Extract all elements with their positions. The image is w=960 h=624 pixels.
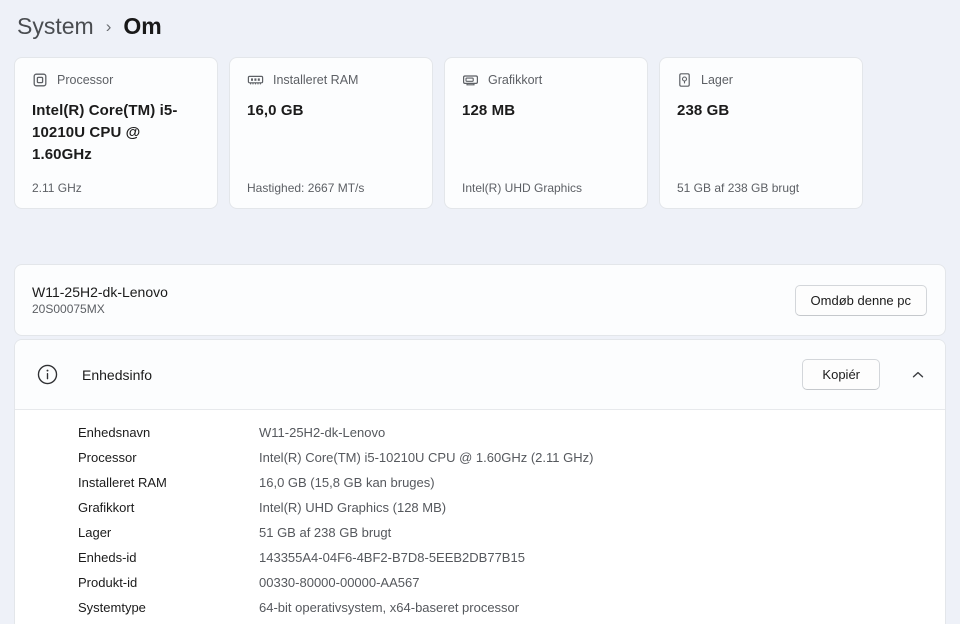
summary-cards-row: Processor Intel(R) Core(TM) i5-10210U CP… — [14, 57, 946, 209]
summary-card-label: Grafikkort — [488, 73, 542, 87]
spec-label: Systemtype — [78, 600, 259, 615]
summary-card-header: Lager — [677, 72, 845, 88]
device-name-card: W11-25H2-dk-Lenovo 20S00075MX Omdøb denn… — [14, 264, 946, 336]
device-info-header[interactable]: Enhedsinfo Kopiér — [15, 340, 945, 409]
spec-value: 143355A4-04F6-4BF2-B7D8-5EEB2DB77B15 — [259, 550, 525, 565]
spec-row: Systemtype 64-bit operativsystem, x64-ba… — [15, 595, 945, 620]
summary-card-label: Installeret RAM — [273, 73, 358, 87]
summary-card-footer: Hastighed: 2667 MT/s — [247, 181, 422, 195]
summary-card-footer: 2.11 GHz — [32, 181, 207, 195]
device-info-expander: Enhedsinfo Kopiér Enhedsnavn W11-25H2-dk… — [14, 339, 946, 624]
spec-label: Enheds-id — [78, 550, 259, 565]
spec-value: W11-25H2-dk-Lenovo — [259, 425, 385, 440]
processor-icon — [32, 72, 48, 88]
summary-card-header: Installeret RAM — [247, 72, 415, 88]
rename-pc-button[interactable]: Omdøb denne pc — [795, 285, 927, 316]
summary-card-value: 128 MB — [462, 100, 630, 122]
settings-about-page: System › Om Processor Intel(R) Core(TM) … — [0, 0, 960, 624]
copy-button[interactable]: Kopiér — [802, 359, 880, 390]
spec-value: Intel(R) UHD Graphics (128 MB) — [259, 500, 446, 515]
device-identity: W11-25H2-dk-Lenovo 20S00075MX — [32, 284, 168, 316]
spec-row: Grafikkort Intel(R) UHD Graphics (128 MB… — [15, 495, 945, 520]
summary-card: Processor Intel(R) Core(TM) i5-10210U CP… — [14, 57, 218, 209]
breadcrumb-system[interactable]: System — [17, 13, 94, 40]
chevron-up-icon[interactable] — [911, 368, 925, 382]
spec-label: Installeret RAM — [78, 475, 259, 490]
ram-icon — [247, 72, 264, 88]
summary-card-footer: Intel(R) UHD Graphics — [462, 181, 637, 195]
spec-row: Lager 51 GB af 238 GB brugt — [15, 520, 945, 545]
gpu-icon — [462, 72, 479, 88]
page-title: Om — [123, 13, 161, 40]
summary-card: Grafikkort 128 MB Intel(R) UHD Graphics — [444, 57, 648, 209]
summary-card: Installeret RAM 16,0 GB Hastighed: 2667 … — [229, 57, 433, 209]
summary-card-value: 238 GB — [677, 100, 845, 122]
summary-card-header: Processor — [32, 72, 200, 88]
spec-value: 00330-80000-00000-AA567 — [259, 575, 419, 590]
device-info-title: Enhedsinfo — [82, 367, 802, 383]
spec-label: Enhedsnavn — [78, 425, 259, 440]
spec-label: Lager — [78, 525, 259, 540]
device-info-body: Enhedsnavn W11-25H2-dk-Lenovo Processor … — [15, 409, 945, 624]
spec-row: Enheds-id 143355A4-04F6-4BF2-B7D8-5EEB2D… — [15, 545, 945, 570]
summary-card: Lager 238 GB 51 GB af 238 GB brugt — [659, 57, 863, 209]
spec-row: Installeret RAM 16,0 GB (15,8 GB kan bru… — [15, 470, 945, 495]
spec-row: Processor Intel(R) Core(TM) i5-10210U CP… — [15, 445, 945, 470]
chevron-right-icon: › — [106, 15, 112, 37]
spec-label: Processor — [78, 450, 259, 465]
spec-label: Produkt-id — [78, 575, 259, 590]
spec-row: Produkt-id 00330-80000-00000-AA567 — [15, 570, 945, 595]
summary-card-header: Grafikkort — [462, 72, 630, 88]
breadcrumb: System › Om — [0, 0, 960, 46]
spec-row: Enhedsnavn W11-25H2-dk-Lenovo — [15, 420, 945, 445]
device-model: 20S00075MX — [32, 302, 168, 316]
summary-card-label: Processor — [57, 73, 113, 87]
summary-card-value: 16,0 GB — [247, 100, 415, 122]
spec-value: 51 GB af 238 GB brugt — [259, 525, 391, 540]
spec-value: Intel(R) Core(TM) i5-10210U CPU @ 1.60GH… — [259, 450, 593, 465]
device-name: W11-25H2-dk-Lenovo — [32, 284, 168, 300]
storage-icon — [677, 72, 692, 88]
spec-value: 16,0 GB (15,8 GB kan bruges) — [259, 475, 435, 490]
summary-card-value: Intel(R) Core(TM) i5-10210U CPU @ 1.60GH… — [32, 100, 200, 165]
spec-label: Grafikkort — [78, 500, 259, 515]
summary-card-label: Lager — [701, 73, 733, 87]
info-icon — [37, 364, 58, 385]
summary-card-footer: 51 GB af 238 GB brugt — [677, 181, 852, 195]
spec-value: 64-bit operativsystem, x64-baseret proce… — [259, 600, 519, 615]
